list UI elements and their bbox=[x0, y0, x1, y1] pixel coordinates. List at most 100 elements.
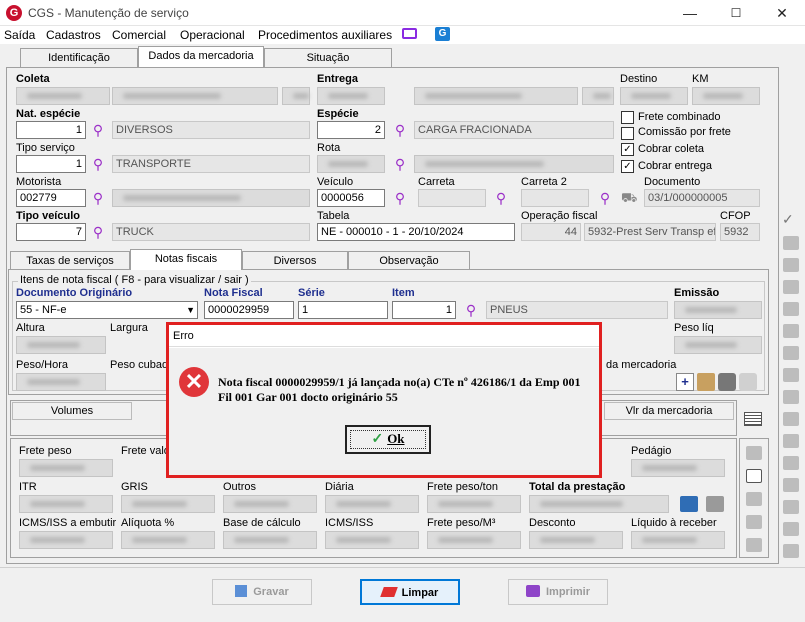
item-field[interactable]: 1 bbox=[392, 301, 456, 319]
tab-diversos[interactable]: Diversos bbox=[242, 251, 348, 270]
checklist-icon[interactable] bbox=[783, 456, 799, 470]
doc-originario-select[interactable]: 55 - NF-e ▼ bbox=[16, 301, 198, 319]
car-icon[interactable] bbox=[783, 412, 799, 426]
frete-combinado-checkbox[interactable] bbox=[621, 111, 634, 124]
motorista-search-icon[interactable]: ⚲ bbox=[91, 191, 105, 205]
tab-dados-da-mercadoria[interactable]: Dados da mercadoria bbox=[138, 46, 264, 67]
tipo-veiculo-code-field[interactable]: 7 bbox=[16, 223, 86, 241]
comissao-por-frete-checkbox[interactable] bbox=[621, 127, 634, 140]
imprimir-button[interactable]: Imprimir bbox=[508, 579, 608, 605]
frete-peso-m3-field[interactable] bbox=[427, 531, 521, 549]
box-icon[interactable] bbox=[783, 500, 799, 514]
base-calculo-field[interactable] bbox=[223, 531, 317, 549]
carreta-search-icon[interactable]: ⚲ bbox=[494, 191, 508, 205]
itr-field[interactable] bbox=[19, 495, 113, 513]
menu-cadastros[interactable]: Cadastros bbox=[46, 28, 101, 42]
app-shortcut-icon[interactable]: G bbox=[435, 27, 450, 41]
clipboard-icon[interactable] bbox=[746, 538, 762, 552]
carreta2-field[interactable] bbox=[521, 189, 589, 207]
limpar-button[interactable]: Limpar bbox=[360, 579, 460, 605]
tab-taxas-de-servicos[interactable]: Taxas de serviços bbox=[10, 251, 130, 270]
menu-operacional[interactable]: Operacional bbox=[180, 28, 245, 42]
especie-code-field[interactable]: 2 bbox=[317, 121, 385, 139]
calculator-icon[interactable] bbox=[680, 496, 698, 512]
coleta-code-field[interactable] bbox=[16, 87, 110, 105]
truck-side-icon[interactable] bbox=[783, 390, 799, 404]
virus-scan-icon[interactable] bbox=[746, 446, 762, 460]
gear-icon[interactable] bbox=[783, 236, 799, 250]
rota-search-icon[interactable]: ⚲ bbox=[393, 157, 407, 171]
truck-icon[interactable]: ⛟ bbox=[621, 191, 639, 205]
tipo-servico-code-field[interactable]: 1 bbox=[16, 155, 86, 173]
percent-icon[interactable] bbox=[746, 469, 762, 483]
frete-peso-ton-field[interactable] bbox=[427, 495, 521, 513]
globe-icon[interactable] bbox=[783, 544, 799, 558]
label-icon[interactable] bbox=[783, 302, 799, 316]
minimize-button[interactable]: — bbox=[667, 0, 713, 26]
icms-embutir-field[interactable] bbox=[19, 531, 113, 549]
tabela-field[interactable]: NE - 000010 - 1 - 20/10/2024 bbox=[317, 223, 515, 241]
menu-comercial[interactable]: Comercial bbox=[112, 28, 166, 42]
tab-observacao[interactable]: Observação bbox=[348, 251, 470, 270]
diaria-field[interactable] bbox=[325, 495, 419, 513]
motorista-code-field[interactable]: 002779 bbox=[16, 189, 86, 207]
entrega-uf-field[interactable] bbox=[582, 87, 614, 105]
search-doc-icon[interactable] bbox=[746, 515, 762, 529]
carreta-field[interactable] bbox=[418, 189, 486, 207]
maximize-button[interactable]: ☐ bbox=[713, 0, 759, 26]
monitor-icon[interactable] bbox=[402, 28, 417, 39]
nat-especie-search-icon[interactable]: ⚲ bbox=[91, 123, 105, 137]
coleta-city-field[interactable] bbox=[112, 87, 278, 105]
destino-field[interactable] bbox=[620, 87, 688, 105]
stamp-icon[interactable] bbox=[718, 373, 736, 391]
frete-peso-field[interactable] bbox=[19, 459, 113, 477]
refresh-icon[interactable] bbox=[739, 373, 757, 391]
tab-identificacao[interactable]: Identificação bbox=[20, 48, 138, 67]
menu-saida[interactable]: Saída bbox=[4, 28, 35, 42]
item-search-icon[interactable]: ⚲ bbox=[464, 303, 478, 317]
add-icon[interactable]: + bbox=[676, 373, 694, 391]
coleta-uf-field[interactable] bbox=[282, 87, 310, 105]
pedagio-field[interactable] bbox=[631, 459, 725, 477]
ciot-icon[interactable] bbox=[783, 258, 799, 272]
km-field[interactable] bbox=[692, 87, 760, 105]
nat-especie-code-field[interactable]: 1 bbox=[16, 121, 86, 139]
tag-icon[interactable] bbox=[783, 280, 799, 294]
copy-icon[interactable] bbox=[783, 346, 799, 360]
settings-icon[interactable] bbox=[706, 496, 724, 512]
especie-search-icon[interactable]: ⚲ bbox=[393, 123, 407, 137]
tipo-servico-search-icon[interactable]: ⚲ bbox=[91, 157, 105, 171]
hand-icon[interactable] bbox=[783, 434, 799, 448]
tab-situacao[interactable]: Situação bbox=[264, 48, 392, 67]
entrega-code-field[interactable] bbox=[317, 87, 385, 105]
serie-field[interactable]: 1 bbox=[298, 301, 388, 319]
gris-field[interactable] bbox=[121, 495, 215, 513]
outros-field[interactable] bbox=[223, 495, 317, 513]
altura-field[interactable] bbox=[16, 336, 106, 354]
desconto-field[interactable] bbox=[529, 531, 623, 549]
close-button[interactable]: ✕ bbox=[759, 0, 805, 26]
aliquota-field[interactable] bbox=[121, 531, 215, 549]
peso-liq-field[interactable] bbox=[674, 336, 762, 354]
veiculo-code-field[interactable]: 0000056 bbox=[317, 189, 385, 207]
peso-hora-field[interactable] bbox=[16, 373, 106, 391]
gravar-button[interactable]: Gravar bbox=[212, 579, 312, 605]
check-icon[interactable]: ✓ bbox=[782, 212, 800, 226]
ok-button[interactable]: ✓ Ok bbox=[345, 425, 431, 454]
table-icon[interactable] bbox=[744, 412, 762, 426]
cobrar-coleta-checkbox[interactable]: ✓ bbox=[621, 143, 634, 156]
nota-fiscal-field[interactable]: 0000029959 bbox=[204, 301, 294, 319]
menu-procedimentos-auxiliares[interactable]: Procedimentos auxiliares bbox=[258, 28, 392, 42]
list-icon[interactable] bbox=[783, 368, 799, 382]
cobrar-entrega-checkbox[interactable]: ✓ bbox=[621, 160, 634, 173]
chevron-down-icon[interactable]: ▼ bbox=[186, 302, 195, 318]
tab-notas-fiscais[interactable]: Notas fiscais bbox=[130, 249, 242, 270]
entrega-city-field[interactable] bbox=[414, 87, 578, 105]
dollar-icon[interactable] bbox=[783, 478, 799, 492]
carreta2-search-icon[interactable]: ⚲ bbox=[598, 191, 612, 205]
tools-icon[interactable] bbox=[697, 373, 715, 391]
icms-iss-field[interactable] bbox=[325, 531, 419, 549]
tipo-veiculo-search-icon[interactable]: ⚲ bbox=[91, 225, 105, 239]
emissao-field[interactable] bbox=[674, 301, 762, 319]
export-icon[interactable] bbox=[783, 522, 799, 536]
